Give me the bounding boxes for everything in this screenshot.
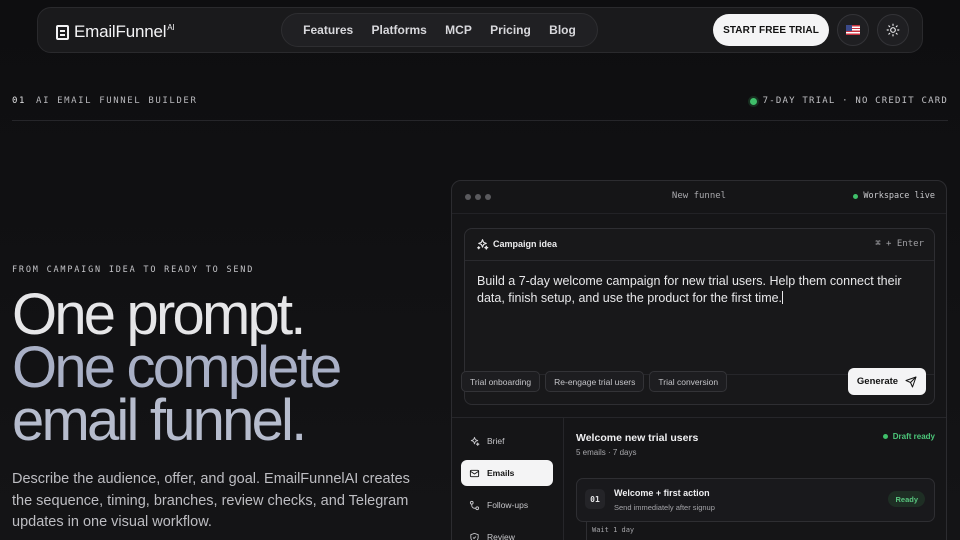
chip-trial-conversion[interactable]: Trial conversion [649,371,728,392]
nav-link-mcp[interactable]: MCP [445,23,472,37]
section-number: 01 [12,96,27,106]
headline-line-3: email funnel. [12,388,307,453]
step-status-badge: Ready [888,491,925,507]
start-free-trial-button[interactable]: START FREE TRIAL [713,14,829,46]
wait-label: Wait 1 day [592,526,635,534]
nav-link-platforms[interactable]: Platforms [372,23,427,37]
hero-description: Describe the audience, offer, and goal. … [12,471,410,530]
generate-button[interactable]: Generate [848,368,926,395]
logo-text: EmailFunnel [74,22,167,41]
sidebar-item-brief[interactable]: Brief [461,428,553,454]
language-button[interactable] [837,14,869,46]
nav-link-pricing[interactable]: Pricing [490,23,531,37]
top-nav: EmailFunnelAI Features Platforms MCP Pri… [37,7,923,53]
funnel-title: Welcome new trial users [576,432,699,444]
send-icon [905,376,917,387]
prompt-input[interactable]: Build a 7-day welcome campaign for new t… [477,273,917,307]
draft-status: Draft ready [892,432,935,441]
connector-line [586,522,587,540]
chip-re-engage-trial-users[interactable]: Re-engage trial users [545,371,645,392]
sidebar-item-emails[interactable]: Emails [461,460,553,486]
section-label: AI EMAIL FUNNEL BUILDER [36,96,198,106]
workspace-status: Workspace live [863,191,935,201]
sidebar-item-review[interactable]: Review [461,524,553,540]
prompt-title: Campaign idea [493,239,558,249]
headline-line-1: One prompt. [12,282,306,347]
trial-status: 7-DAY TRIAL · NO CREDIT CARD [762,96,948,106]
email-step[interactable]: 01 Welcome + first action Send immediate… [576,478,935,522]
ready-dot-icon [882,434,888,439]
shortcut-hint: ⌘ + Enter [875,239,924,249]
sparkles-icon [477,239,489,250]
nav-menu: Features Platforms MCP Pricing Blog [281,13,598,47]
headline-line-2: One complete [12,335,342,400]
chip-trial-onboarding[interactable]: Trial onboarding [461,371,541,392]
hero-eyebrow: FROM CAMPAIGN IDEA TO READY TO SEND [12,265,255,275]
step-title: Welcome + first action [614,488,710,498]
funnel-subtitle: 5 emails · 7 days [576,448,637,457]
shield-check-icon [470,532,479,540]
step-subtitle: Send immediately after signup [614,503,715,512]
text-caret [782,291,784,304]
section-bar: 01 AI EMAIL FUNNEL BUILDER 7-DAY TRIAL · … [12,96,948,108]
nav-link-features[interactable]: Features [303,23,353,37]
window-titlebar: New funnel Workspace live [452,181,946,214]
sun-icon [886,23,900,37]
divider [12,120,948,121]
branch-icon [469,500,480,510]
us-flag-icon [846,25,860,35]
logo-superscript: AI [167,23,175,33]
nav-link-blog[interactable]: Blog [549,23,576,37]
sparkles-icon [470,436,480,446]
logo[interactable]: EmailFunnelAI [56,22,175,42]
logo-icon [56,24,69,40]
funnel-main: Welcome new trial users 5 emails · 7 day… [564,418,946,540]
funnel-sidebar: Brief Emails Follow-ups Review [452,418,564,540]
app-window: New funnel Workspace live Campaign idea … [451,180,947,540]
status-dot-icon [749,97,757,105]
mail-icon [469,469,480,477]
step-number: 01 [585,489,605,509]
theme-toggle-button[interactable] [877,14,909,46]
prompt-suggestions: Trial onboarding Re-engage trial users T… [461,371,728,392]
sidebar-item-follow-ups[interactable]: Follow-ups [461,492,553,518]
hero-headline: One prompt. One complete email funnel. [12,282,342,453]
live-dot-icon [853,193,859,199]
